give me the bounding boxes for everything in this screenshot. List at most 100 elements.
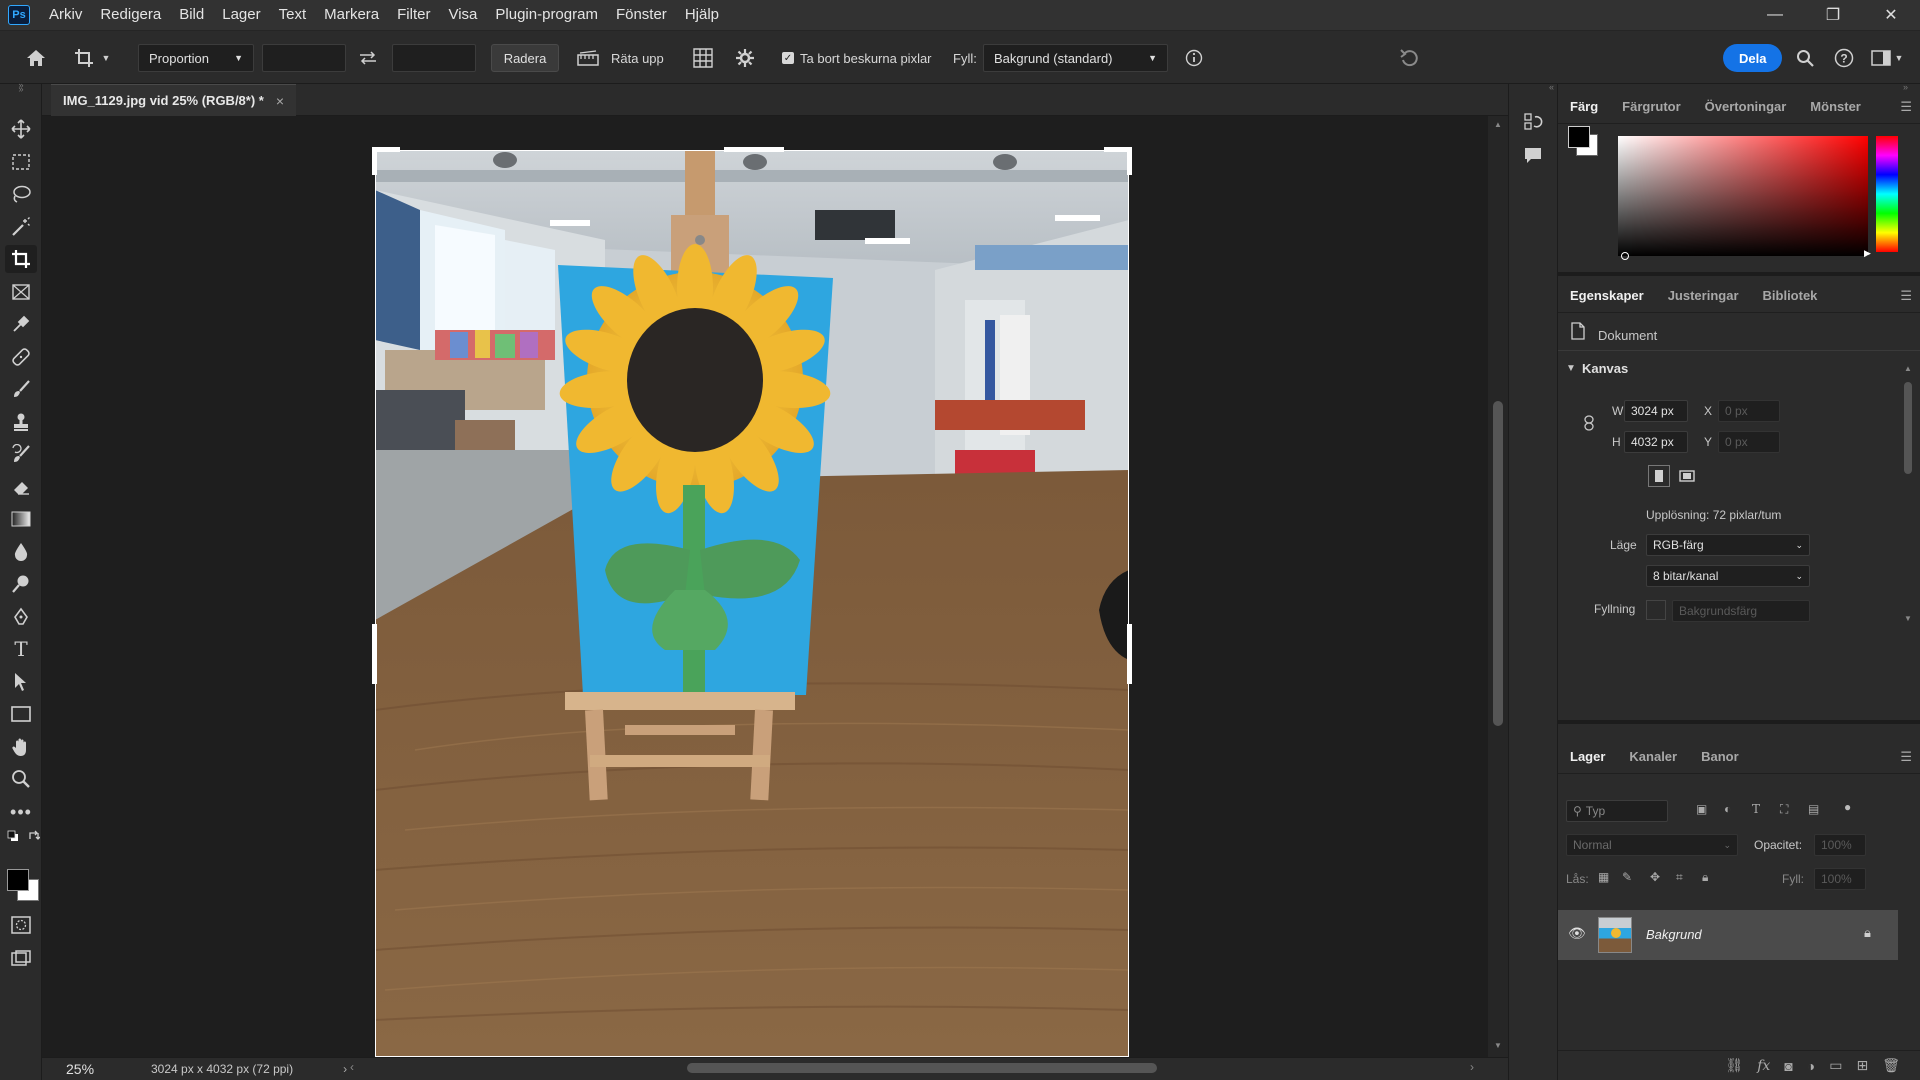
lock-position-icon[interactable]: ✥ [1650, 870, 1660, 884]
canvas-y-field[interactable]: 0 px [1718, 431, 1780, 453]
chevron-down-icon[interactable]: ▼ [1566, 363, 1576, 374]
fill-swatch[interactable] [1646, 600, 1666, 620]
layer-name[interactable]: Bakgrund [1646, 927, 1702, 942]
menu-hjalp[interactable]: Hjälp [676, 0, 728, 30]
layer-filter-field[interactable]: ⚲ Typ [1566, 800, 1668, 822]
horizontal-scroll-thumb[interactable] [687, 1063, 1157, 1073]
eraser-tool-icon[interactable] [5, 473, 37, 501]
brush-tool-icon[interactable] [5, 375, 37, 403]
lock-artboard-icon[interactable]: ⌗ [1676, 870, 1683, 885]
marquee-tool-icon[interactable] [5, 148, 37, 176]
type-tool-icon[interactable]: T [5, 635, 37, 663]
close-button[interactable]: ✕ [1862, 0, 1920, 30]
link-icon[interactable] [1584, 415, 1594, 434]
crop-tool-preset-icon[interactable]: ▼ [72, 44, 112, 72]
tab-lager[interactable]: Lager [1558, 740, 1617, 774]
comments-icon[interactable] [1523, 146, 1543, 169]
hue-slider-handle[interactable]: ▶ [1864, 248, 1871, 259]
screen-mode-icon[interactable] [5, 945, 37, 973]
undo-crop-icon[interactable] [1396, 44, 1422, 72]
canvas-section-title[interactable]: Kanvas [1582, 361, 1628, 376]
crop-height-input[interactable] [392, 44, 476, 72]
new-group-icon[interactable]: ▭ [1829, 1057, 1842, 1074]
info-icon[interactable] [1183, 44, 1205, 72]
bit-depth-dropdown[interactable]: 8 bitar/kanal ⌄ [1646, 565, 1810, 587]
opacity-field[interactable]: 100% [1814, 834, 1866, 856]
crop-tool-icon[interactable] [5, 245, 37, 273]
home-icon[interactable] [22, 44, 50, 72]
fill-dropdown[interactable]: Bakgrund (standard) ▼ [983, 44, 1168, 72]
tab-egenskaper[interactable]: Egenskaper [1558, 279, 1656, 313]
panel-menu-icon[interactable]: ☰ [1900, 99, 1912, 115]
delete-layer-icon[interactable]: 🗑︎ [1882, 1057, 1900, 1074]
clone-stamp-tool-icon[interactable] [5, 408, 37, 436]
eyedropper-tool-icon[interactable] [5, 310, 37, 338]
blend-mode-dropdown[interactable]: Normal ⌄ [1566, 834, 1738, 856]
landscape-orientation-icon[interactable] [1676, 465, 1698, 487]
grid-overlay-icon[interactable] [690, 44, 716, 72]
vertical-scrollbar[interactable]: ▲ ▼ [1488, 116, 1508, 1057]
horizontal-scrollbar[interactable]: ‹ › [350, 1060, 1480, 1076]
move-tool-icon[interactable] [5, 115, 37, 143]
filter-adjustment-icon[interactable]: ◐ [1724, 802, 1731, 816]
panel-menu-icon[interactable]: ☰ [1900, 288, 1912, 304]
filter-smart-object-icon[interactable]: ▤ [1808, 802, 1819, 816]
crop-bounding-box[interactable] [375, 150, 1129, 1057]
menu-redigera[interactable]: Redigera [91, 0, 170, 30]
gradient-tool-icon[interactable] [5, 505, 37, 533]
hand-tool-icon[interactable] [5, 733, 37, 761]
close-tab-icon[interactable]: × [276, 93, 284, 109]
straighten-icon[interactable] [575, 44, 601, 72]
blur-tool-icon[interactable] [5, 538, 37, 566]
menu-arkiv[interactable]: Arkiv [40, 0, 91, 30]
zoom-level[interactable]: 25% [42, 1061, 102, 1077]
filter-type-icon[interactable]: T [1752, 802, 1760, 816]
fx-icon[interactable]: fx [1757, 1058, 1770, 1074]
canvas-x-field[interactable]: 0 px [1718, 400, 1780, 422]
lock-all-icon[interactable]: 🔒︎ [1702, 870, 1708, 885]
layer-fill-field[interactable]: 100% [1814, 868, 1866, 890]
dodge-tool-icon[interactable] [5, 570, 37, 598]
gear-icon[interactable] [733, 44, 757, 72]
swap-colors-icon[interactable] [27, 829, 41, 843]
collapse-strip-icon[interactable]: « [1549, 82, 1554, 92]
foreground-color-swatch[interactable] [7, 869, 29, 891]
scroll-left-icon[interactable]: ‹ [350, 1060, 354, 1074]
help-icon[interactable]: ? [1833, 44, 1855, 72]
color-mode-dropdown[interactable]: RGB-färg ⌄ [1646, 534, 1810, 556]
crop-handle-right[interactable] [1127, 624, 1132, 684]
canvas-width-field[interactable]: 3024 px [1624, 400, 1688, 422]
tab-monster[interactable]: Mönster [1798, 90, 1873, 124]
crop-handle-top-right-v[interactable] [1127, 147, 1132, 175]
portrait-orientation-icon[interactable] [1648, 465, 1670, 487]
frame-tool-icon[interactable] [5, 278, 37, 306]
swap-icon[interactable] [356, 44, 380, 72]
ratio-dropdown[interactable]: Proportion ▼ [138, 44, 254, 72]
scroll-right-icon[interactable]: › [1470, 1060, 1474, 1074]
history-brush-tool-icon[interactable] [5, 440, 37, 468]
new-adjustment-icon[interactable]: ◑ [1807, 1058, 1815, 1074]
crop-handle-left[interactable] [372, 624, 377, 684]
crop-handle-top-left-v[interactable] [372, 147, 377, 175]
workspace-icon[interactable]: ▼ [1870, 44, 1904, 72]
color-picker-cursor[interactable] [1621, 252, 1629, 260]
tab-overtoningar[interactable]: Övertoningar [1693, 90, 1799, 124]
path-selection-tool-icon[interactable] [5, 668, 37, 696]
vertical-scroll-thumb[interactable] [1493, 401, 1503, 726]
lasso-tool-icon[interactable] [5, 180, 37, 208]
add-mask-icon[interactable]: ◙ [1784, 1058, 1792, 1074]
filter-shape-icon[interactable]: ⛶ [1780, 802, 1788, 817]
crop-handle-top[interactable] [724, 147, 784, 152]
tab-fargrutor[interactable]: Färgrutor [1610, 90, 1693, 124]
tab-banor[interactable]: Banor [1689, 740, 1751, 774]
restore-button[interactable]: ❐ [1804, 0, 1862, 30]
minimize-button[interactable]: — [1746, 0, 1804, 30]
menu-text[interactable]: Text [270, 0, 316, 30]
history-icon[interactable] [1523, 112, 1543, 135]
pen-tool-icon[interactable] [5, 603, 37, 631]
magic-wand-tool-icon[interactable] [5, 213, 37, 241]
search-icon[interactable] [1794, 44, 1816, 72]
tab-farg[interactable]: Färg [1558, 90, 1610, 124]
lock-transparency-icon[interactable]: ▦ [1598, 870, 1609, 884]
scroll-up-icon[interactable]: ▲ [1494, 120, 1502, 129]
